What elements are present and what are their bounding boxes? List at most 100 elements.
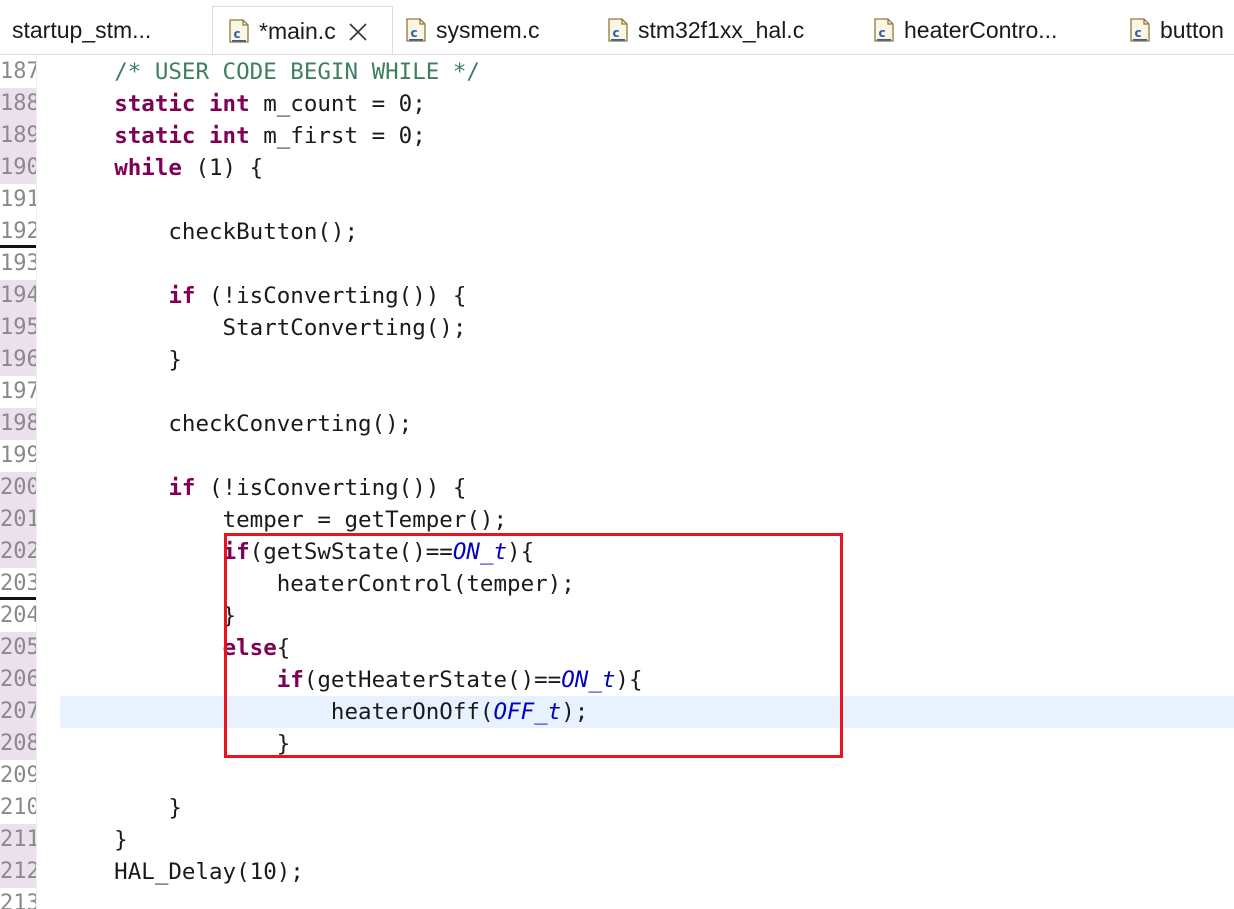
code-token: temper = getTemper(); [60,507,508,533]
code-line[interactable]: 208 } [0,728,1234,760]
keyword-token: while [114,155,182,181]
keyword-token: int [209,123,250,149]
code-text: temper = getTemper(); [60,504,507,536]
line-number: 204 [0,603,36,628]
code-token: (getSwState()== [249,539,453,565]
code-line[interactable]: 197 [0,376,1234,408]
tab-startup-stm[interactable]: startup_stm... [12,6,151,54]
code-line[interactable]: 191 [0,184,1234,216]
code-token: (!isConverting()) { [195,283,467,309]
code-token: m_count = 0; [249,91,426,117]
tab-heater-control-c[interactable]: c heaterContro... [874,6,1057,54]
keyword-token: if [168,475,196,501]
comment-token: /* USER CODE BEGIN WHILE */ [114,59,480,85]
code-line[interactable]: 212 HAL_Delay(10); [0,856,1234,888]
code-text: static int m_count = 0; [60,88,426,120]
code-line[interactable]: 196 } [0,344,1234,376]
code-text: /* USER CODE BEGIN WHILE */ [60,56,480,88]
line-number: 209 [0,763,36,788]
line-number: 195 [0,312,36,344]
code-token: (!isConverting()) { [195,475,467,501]
code-text: } [60,792,182,824]
code-token: heaterControl(temper); [60,571,575,597]
code-line[interactable]: 204 } [0,600,1234,632]
svg-text:c: c [411,26,418,40]
line-number: 196 [0,344,36,376]
line-number: 213 [0,891,36,909]
code-line[interactable]: 188 static int m_count = 0; [0,88,1234,120]
code-text: } [60,824,128,856]
code-line[interactable]: 209 [0,760,1234,792]
line-number: 205 [0,632,36,664]
code-line[interactable]: 207 heaterOnOff(OFF_t); [0,696,1234,728]
tab-label: *main.c [259,17,336,44]
svg-text:c: c [613,26,620,40]
c-file-icon: c [229,19,249,43]
tab-label: button [1160,16,1224,43]
code-text: checkConverting(); [60,408,412,440]
code-line[interactable]: 192 checkButton(); [0,216,1234,248]
code-line[interactable]: 206 if(getHeaterState()==ON_t){ [0,664,1234,696]
line-number: 201 [0,504,36,536]
code-line[interactable]: 199 [0,440,1234,472]
code-token: HAL_Delay(10); [60,859,304,885]
tab-label: startup_stm... [12,16,152,43]
code-line[interactable]: 189 static int m_first = 0; [0,120,1234,152]
code-token: } [60,827,128,853]
tab-button-c[interactable]: c button [1130,6,1224,54]
code-line[interactable]: 203 heaterControl(temper); [0,568,1234,600]
svg-text:c: c [234,27,241,41]
code-token: (1) { [181,155,264,181]
code-text: StartConverting(); [60,312,467,344]
code-text: HAL_Delay(10); [60,856,304,888]
code-text: static int m_first = 0; [60,120,426,152]
tab-stm32f1xx-hal-c[interactable]: c stm32f1xx_hal.c [608,6,804,54]
code-line[interactable]: 187 /* USER CODE BEGIN WHILE */ [0,56,1234,88]
tab-label: heaterContro... [904,16,1058,43]
line-number: 197 [0,379,36,404]
code-token: (getHeaterState()== [303,667,562,693]
line-number: 207 [0,696,36,728]
close-icon[interactable] [348,21,368,41]
code-text: heaterControl(temper); [60,568,575,600]
code-line[interactable]: 198 checkConverting(); [0,408,1234,440]
tab-label: stm32f1xx_hal.c [638,16,805,43]
code-token: m_first = 0; [249,123,426,149]
code-line[interactable]: 202 if(getSwState()==ON_t){ [0,536,1234,568]
code-line[interactable]: 201 temper = getTemper(); [0,504,1234,536]
svg-text:c: c [1135,26,1142,40]
tab-main-c[interactable]: c *main.c [212,6,393,54]
code-text: if(getHeaterState()==ON_t){ [60,664,643,696]
code-line[interactable]: 205 else{ [0,632,1234,664]
code-line[interactable]: 194 if (!isConverting()) { [0,280,1234,312]
code-editor[interactable]: 187 /* USER CODE BEGIN WHILE */188 stati… [0,55,1234,909]
code-text: while (1) { [60,152,263,184]
c-file-icon: c [406,18,426,42]
code-line[interactable]: 213 [0,888,1234,909]
line-number: 212 [0,856,36,888]
keyword-token: static [114,91,196,117]
c-file-icon: c [1130,18,1150,42]
code-text: checkButton(); [60,216,358,248]
tab-sysmem-c[interactable]: c sysmem.c [406,6,540,54]
line-number: 211 [0,824,36,856]
code-line[interactable]: 190 while (1) { [0,152,1234,184]
line-number: 191 [0,187,36,212]
code-text: } [60,600,237,632]
enum-token: ON_t [452,539,508,565]
code-line[interactable]: 210 } [0,792,1234,824]
code-token: ){ [507,539,535,565]
code-line[interactable]: 211 } [0,824,1234,856]
code-token: } [60,347,182,373]
code-text: if(getSwState()==ON_t){ [60,536,535,568]
code-line[interactable]: 193 [0,248,1234,280]
code-token: ); [561,699,589,725]
code-line[interactable]: 195 StartConverting(); [0,312,1234,344]
code-line[interactable]: 200 if (!isConverting()) { [0,472,1234,504]
